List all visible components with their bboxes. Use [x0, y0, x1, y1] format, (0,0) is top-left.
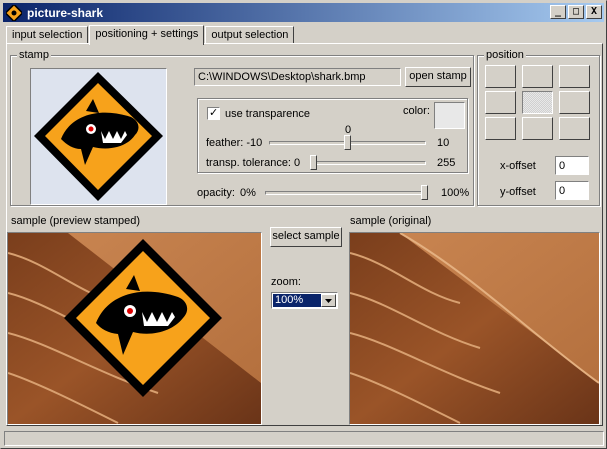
zoom-label: zoom:: [271, 276, 301, 288]
transparence-group: ✓ use transparence color: 0 feather: -10…: [197, 98, 468, 173]
position-group-title: position: [484, 49, 526, 61]
original-sample-label: sample (original): [350, 215, 432, 227]
select-sample-button[interactable]: select sample: [270, 227, 342, 247]
opacity-slider-track[interactable]: [265, 191, 428, 195]
app-icon[interactable]: [4, 2, 24, 23]
status-bar: [4, 431, 604, 446]
minimize-icon: _: [554, 6, 562, 17]
open-stamp-button[interactable]: open stamp: [405, 67, 471, 87]
zoom-select[interactable]: 100%: [271, 292, 338, 309]
stamp-group-title: stamp: [17, 49, 51, 61]
title-bar[interactable]: picture-shark _ □ X: [3, 2, 604, 23]
preview-stamped-sample[interactable]: [7, 232, 262, 425]
maximize-button[interactable]: □: [568, 5, 584, 19]
position-grid: [485, 65, 590, 140]
tab-input-selection[interactable]: input selection: [6, 26, 89, 44]
tab-output-selection[interactable]: output selection: [205, 26, 295, 44]
color-label: color:: [403, 105, 430, 117]
preview-sample-label: sample (preview stamped): [11, 215, 140, 227]
maximize-icon: □: [572, 6, 580, 17]
preview-sand-image: [8, 233, 261, 424]
position-top-center[interactable]: [522, 65, 553, 88]
tolerance-slider-track[interactable]: [310, 161, 426, 165]
check-icon: ✓: [209, 107, 219, 119]
x-offset-input[interactable]: 0: [555, 156, 589, 175]
shark-stamp-image: [34, 72, 163, 201]
position-middle-left[interactable]: [485, 91, 516, 114]
stamp-group: stamp C:\WINDOWS\Desktop\shark.bmp open …: [10, 49, 474, 206]
window-title: picture-shark: [27, 5, 104, 20]
position-top-right[interactable]: [559, 65, 590, 88]
minimize-button[interactable]: _: [550, 5, 566, 19]
tab-positioning-settings[interactable]: positioning + settings: [89, 25, 205, 45]
position-center[interactable]: [522, 91, 553, 114]
feather-slider-thumb[interactable]: [344, 135, 351, 150]
tolerance-label: transp. tolerance: 0: [206, 157, 301, 169]
position-top-left[interactable]: [485, 65, 516, 88]
tab-strip: input selection positioning + settings o…: [6, 25, 295, 45]
use-transparence-label: use transparence: [225, 108, 310, 120]
close-icon: X: [590, 6, 598, 17]
opacity-max-label: 100%: [441, 187, 470, 199]
position-middle-right[interactable]: [559, 91, 590, 114]
tab-panel: stamp C:\WINDOWS\Desktop\shark.bmp open …: [6, 43, 603, 426]
opacity-label: opacity:: [197, 187, 235, 199]
use-transparence-checkbox[interactable]: ✓: [207, 107, 220, 120]
y-offset-input[interactable]: 0: [555, 181, 589, 200]
stamp-preview: [30, 68, 167, 205]
original-sand-image: [350, 233, 599, 424]
close-button[interactable]: X: [586, 5, 602, 19]
chevron-down-icon[interactable]: [321, 294, 336, 307]
position-bottom-left[interactable]: [485, 117, 516, 140]
zoom-value: 100%: [273, 294, 321, 307]
stamp-path-field[interactable]: C:\WINDOWS\Desktop\shark.bmp: [194, 68, 401, 86]
feather-label: feather: -10: [206, 137, 263, 149]
app-window: picture-shark _ □ X input selection posi…: [0, 0, 607, 449]
position-bottom-right[interactable]: [559, 117, 590, 140]
original-sample[interactable]: [349, 232, 600, 425]
feather-max-label: 10: [437, 137, 450, 149]
position-bottom-center[interactable]: [522, 117, 553, 140]
opacity-slider-thumb[interactable]: [421, 185, 428, 200]
transparence-color-swatch[interactable]: [434, 102, 465, 129]
y-offset-label: y-offset: [500, 186, 536, 198]
opacity-min-label: 0%: [240, 187, 256, 199]
tolerance-slider-thumb[interactable]: [310, 155, 317, 170]
tolerance-max-label: 255: [437, 157, 456, 169]
x-offset-label: x-offset: [500, 160, 536, 172]
